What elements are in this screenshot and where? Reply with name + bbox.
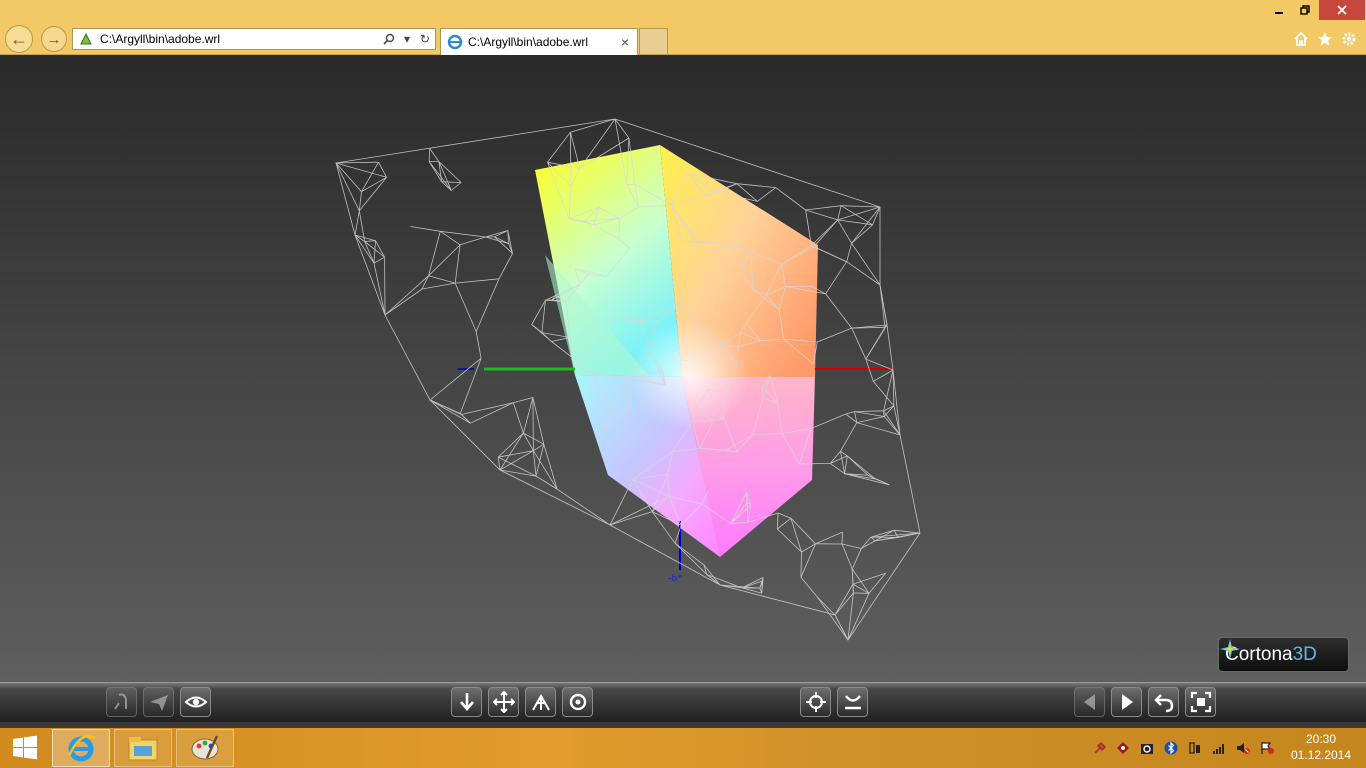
vrml-3d-viewer[interactable]: +L* -b* Cortona 3D xyxy=(0,55,1366,682)
cortona-toolbar xyxy=(0,682,1366,722)
folder-icon xyxy=(128,737,158,761)
forward-arrow-icon: → xyxy=(46,30,62,48)
taskbar-paint[interactable] xyxy=(176,729,234,767)
cortona3d-logo[interactable]: Cortona 3D xyxy=(1218,637,1349,672)
turn-icon xyxy=(531,693,550,711)
triangle-right-icon xyxy=(1121,694,1133,710)
fly-button[interactable] xyxy=(143,687,174,717)
fit-button[interactable] xyxy=(1185,687,1216,717)
eye-icon xyxy=(184,696,207,708)
windows-logo-icon xyxy=(13,735,37,760)
bluetooth-icon[interactable] xyxy=(1163,740,1179,756)
windows-taskbar: 20:30 01.12.2014 xyxy=(0,728,1366,768)
goto-button[interactable] xyxy=(800,687,831,717)
ie-tab-icon xyxy=(447,34,463,50)
tray-network-tool-icon[interactable] xyxy=(1092,740,1108,756)
b-axis-label: -b* xyxy=(668,572,683,584)
walk-button[interactable] xyxy=(106,687,137,717)
back-button[interactable]: ← xyxy=(5,25,33,53)
study-button[interactable] xyxy=(180,687,211,717)
gear-icon[interactable] xyxy=(1339,30,1359,48)
new-tab-button[interactable] xyxy=(639,28,668,54)
address-url[interactable]: C:\Argyll\bin\adobe.wrl xyxy=(100,32,381,46)
dropdown-icon[interactable]: ▾ xyxy=(399,31,415,47)
search-icon[interactable] xyxy=(381,31,397,47)
l-axis-label: +L* xyxy=(673,350,696,365)
tray-camera-icon[interactable] xyxy=(1139,740,1155,756)
straighten-button[interactable] xyxy=(837,687,868,717)
logo-3d-text: 3D xyxy=(1292,643,1317,665)
address-bar[interactable]: C:\Argyll\bin\adobe.wrl ▾ ↻ xyxy=(72,28,436,50)
tab-adobe-wrl[interactable]: C:\Argyll\bin\adobe.wrl × xyxy=(440,28,638,55)
restore-view-button[interactable] xyxy=(1148,687,1179,717)
start-button[interactable] xyxy=(0,728,50,768)
internet-explorer-icon xyxy=(67,734,96,762)
taskbar-file-explorer[interactable] xyxy=(114,729,172,767)
favorites-star-icon[interactable] xyxy=(1315,30,1335,48)
minimize-icon xyxy=(1275,12,1283,14)
previous-viewpoint-button[interactable] xyxy=(1074,687,1105,717)
close-button[interactable] xyxy=(1319,0,1365,20)
walk-icon xyxy=(113,693,127,710)
signal-strength-icon[interactable] xyxy=(1211,740,1227,756)
pan-arrows-icon xyxy=(492,691,515,713)
triangle-left-icon xyxy=(1083,694,1095,710)
restore-icon xyxy=(1300,5,1310,15)
taskbar-clock[interactable]: 20:30 01.12.2014 xyxy=(1290,731,1352,763)
roll-icon xyxy=(569,693,586,711)
page-icon xyxy=(78,31,94,47)
minimize-button[interactable] xyxy=(1266,0,1292,20)
gamut-3d-scene[interactable]: +L* -b* xyxy=(0,55,1366,682)
pan-button[interactable] xyxy=(488,687,519,717)
paint-palette-icon xyxy=(191,735,219,760)
fly-icon xyxy=(149,695,168,711)
action-center-flag-icon[interactable] xyxy=(1259,740,1275,756)
turn-button[interactable] xyxy=(525,687,556,717)
tray-shield-icon[interactable] xyxy=(1115,740,1131,756)
clock-time: 20:30 xyxy=(1305,732,1337,746)
tab-title: C:\Argyll\bin\adobe.wrl xyxy=(468,35,589,49)
fit-frame-icon xyxy=(1190,691,1211,713)
browser-chrome: ← → C:\Argyll\bin\adobe.wrl ▾ ↻ C:\Argyl… xyxy=(0,0,1366,55)
volume-muted-icon[interactable] xyxy=(1235,740,1251,756)
tab-close-icon[interactable]: × xyxy=(617,34,633,50)
restore-button[interactable] xyxy=(1292,0,1318,20)
forward-button[interactable]: → xyxy=(41,26,67,52)
crosshair-icon xyxy=(805,692,826,712)
home-icon[interactable] xyxy=(1291,30,1311,48)
back-arrow-icon: ← xyxy=(10,29,28,49)
power-plug-icon[interactable] xyxy=(1187,740,1203,756)
next-viewpoint-button[interactable] xyxy=(1111,687,1142,717)
arrow-down-icon xyxy=(459,693,474,711)
clock-date: 01.12.2014 xyxy=(1290,748,1352,762)
refresh-icon[interactable]: ↻ xyxy=(417,31,433,47)
close-icon xyxy=(1337,5,1347,15)
cortona-star-icon xyxy=(1220,639,1240,659)
undo-arrow-icon xyxy=(1153,694,1173,713)
plan-button[interactable] xyxy=(451,687,482,717)
straighten-icon xyxy=(844,695,861,710)
roll-button[interactable] xyxy=(562,687,593,717)
taskbar-internet-explorer[interactable] xyxy=(52,729,110,767)
